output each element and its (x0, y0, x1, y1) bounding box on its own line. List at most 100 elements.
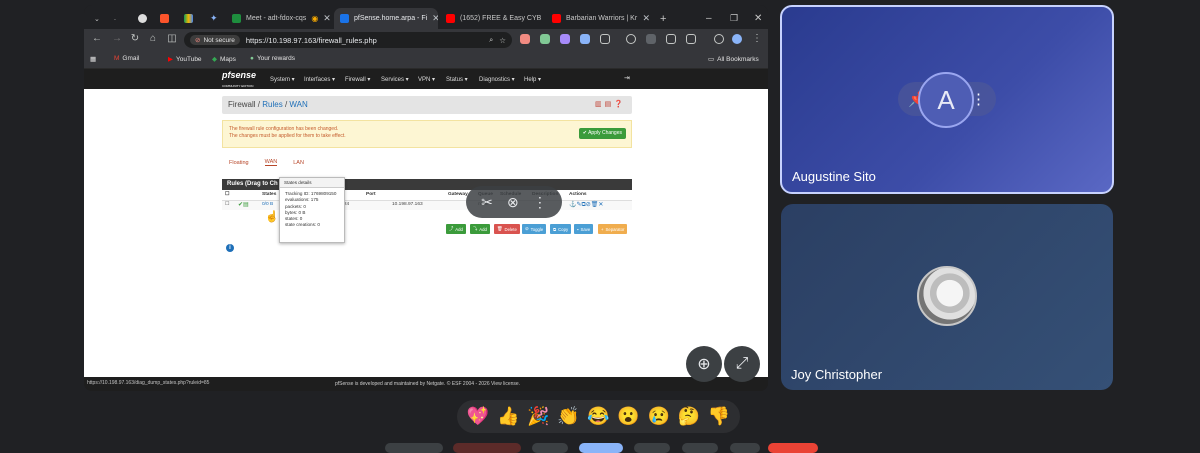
bookmark-rewards[interactable]: ● Your rewards (250, 55, 295, 62)
mute-presentation-icon[interactable]: ⊗ (507, 194, 519, 211)
close-icon[interactable]: ✕ (642, 13, 650, 24)
tab-floating[interactable]: Floating (229, 160, 249, 166)
menu-status[interactable]: Status ▾ (446, 76, 468, 83)
close-icon[interactable]: ✕ (432, 13, 438, 24)
toggle-button[interactable]: ⊘ Toggle (522, 224, 547, 234)
extension-icon[interactable] (540, 34, 550, 44)
tab-youtube[interactable]: (1652) FREE & Easy CYB ✕ (440, 8, 544, 29)
menu-kebab-icon[interactable]: ⋮ (750, 33, 764, 44)
address-bar[interactable]: ⊘ Not secure https://10.198.97.163/firewa… (184, 32, 512, 48)
thinking-reaction[interactable]: 🤔 (678, 406, 700, 427)
pinned-tab-drive[interactable] (178, 8, 194, 29)
breadcrumb-wan[interactable]: WAN (289, 100, 307, 109)
add-bottom-button[interactable]: ⤵ Add (470, 224, 490, 234)
mic-button[interactable] (385, 443, 443, 453)
leave-call-button[interactable] (768, 443, 818, 453)
thumbs-down-reaction[interactable]: 👎 (708, 406, 730, 427)
sync-icon[interactable] (714, 34, 724, 44)
all-bookmarks[interactable]: ▭ All Bookmarks (708, 55, 759, 64)
select-all-checkbox[interactable]: ☐ (225, 192, 229, 197)
menu-system[interactable]: System ▾ (270, 76, 295, 83)
forward-arrow-icon[interactable]: → (110, 33, 124, 44)
unpin-icon[interactable]: ✂ (481, 194, 493, 211)
sad-reaction[interactable]: 😢 (648, 406, 670, 427)
back-arrow-icon[interactable]: ← (90, 33, 104, 44)
pinned-tab-gemini[interactable]: ✦ (204, 8, 220, 29)
breadcrumb-rules[interactable]: Rules (262, 100, 282, 109)
maps-icon: ◆ (212, 56, 217, 63)
minimize-button[interactable]: – (700, 8, 714, 29)
shared-screen: ⌄ . ✦ Meet - adt-fdox-cqs ◉ ✕ pfSense.ho… (84, 5, 768, 391)
home-icon[interactable]: ⌂ (146, 33, 160, 44)
pinned-tab-brave[interactable] (154, 8, 170, 29)
menu-firewall[interactable]: Firewall ▾ (345, 76, 370, 83)
extension-icon[interactable] (520, 34, 530, 44)
heart-reaction[interactable]: 💖 (467, 406, 489, 427)
captions-button[interactable] (532, 443, 568, 453)
tab-meet[interactable]: Meet - adt-fdox-cqs ◉ ✕ (226, 8, 330, 29)
camera-button[interactable] (453, 443, 521, 453)
more-options-icon[interactable]: ⋮ (533, 194, 547, 211)
pfsense-logo[interactable]: pfsense COMMUNITY EDITION (222, 71, 260, 89)
menu-vpn[interactable]: VPN ▾ (418, 76, 435, 83)
present-button[interactable] (634, 443, 670, 453)
password-icon[interactable] (626, 34, 636, 44)
tab-lan[interactable]: LAN (293, 160, 304, 166)
clap-reaction[interactable]: 👏 (557, 406, 579, 427)
chart-icon[interactable]: ▥ (595, 101, 605, 108)
extension-icon[interactable] (580, 34, 590, 44)
help-icon[interactable]: ❓ (614, 101, 626, 108)
menu-services[interactable]: Services ▾ (381, 76, 409, 83)
info-icon[interactable]: i (226, 244, 234, 252)
laugh-reaction[interactable]: 😂 (587, 406, 609, 427)
reactions-button[interactable] (579, 443, 623, 453)
states-link[interactable]: 0/0 B (262, 202, 273, 207)
row-checkbox[interactable]: ☐ (225, 202, 229, 207)
profile-avatar[interactable] (732, 34, 742, 44)
separator-button[interactable]: + Separator (598, 224, 628, 234)
thumbs-up-reaction[interactable]: 👍 (497, 406, 519, 427)
grid-icon[interactable] (686, 34, 696, 44)
bookmark-gmail[interactable]: M Gmail (114, 55, 139, 62)
copy-icon: ⧉ (553, 226, 557, 232)
link-icon[interactable] (666, 34, 676, 44)
zoom-icon[interactable]: ⌕ (489, 35, 493, 45)
restore-button[interactable]: ❐ (724, 8, 738, 29)
tab-wan[interactable]: WAN (264, 159, 278, 166)
save-button[interactable]: ▪ Save (574, 224, 594, 234)
menu-help[interactable]: Help ▾ (524, 76, 541, 83)
new-tab-button[interactable]: + (654, 8, 668, 29)
apps-grid-icon[interactable]: ▦ (90, 55, 96, 63)
rule-action-icons[interactable]: ⚓✎⧉⊘🗑✕ (569, 201, 603, 209)
window-close-button[interactable]: ✕ (748, 8, 762, 29)
star-icon[interactable]: ☆ (499, 36, 506, 45)
reload-icon[interactable]: ↻ (128, 33, 142, 44)
delete-button[interactable]: 🗑 Delete (494, 224, 520, 234)
tab-youtube-2[interactable]: Barbarian Warriors | Kr ✕ (546, 8, 656, 29)
table-icon[interactable]: ▤ (605, 101, 615, 108)
extension-icon[interactable] (560, 34, 570, 44)
zoom-in-button[interactable]: ⊕ (686, 346, 722, 382)
pinned-tab-openai[interactable] (132, 8, 148, 29)
party-reaction[interactable]: 🎉 (527, 406, 549, 427)
raise-hand-button[interactable] (682, 443, 718, 453)
not-secure-badge[interactable]: ⊘ Not secure (190, 35, 240, 45)
tab-pfsense[interactable]: pfSense.home.arpa - Fi ✕ (334, 8, 438, 29)
add-top-button[interactable]: ⤴ Add (446, 224, 466, 234)
surprised-reaction[interactable]: 😮 (617, 406, 639, 427)
puzzle-icon[interactable] (600, 34, 610, 44)
close-icon[interactable]: ✕ (323, 13, 330, 24)
bookmark-youtube[interactable]: ▶ YouTube (168, 55, 202, 64)
side-panel-icon[interactable]: ◫ (165, 33, 179, 44)
fullscreen-button[interactable]: ⤢ (724, 346, 760, 382)
menu-interfaces[interactable]: Interfaces ▾ (304, 76, 335, 83)
logout-icon[interactable]: ⇥ (624, 74, 630, 82)
pinned-tab[interactable]: . (108, 8, 124, 29)
apply-changes-button[interactable]: ✔ Apply Changes (578, 128, 626, 139)
menu-diagnostics[interactable]: Diagnostics ▾ (479, 76, 515, 83)
bookmark-maps[interactable]: ◆ Maps (212, 55, 236, 64)
translate-icon[interactable] (646, 34, 656, 44)
copy-button[interactable]: ⧉ Copy (550, 224, 572, 234)
more-options-button[interactable] (730, 443, 760, 453)
tab-search-button[interactable]: ⌄ (88, 8, 102, 29)
